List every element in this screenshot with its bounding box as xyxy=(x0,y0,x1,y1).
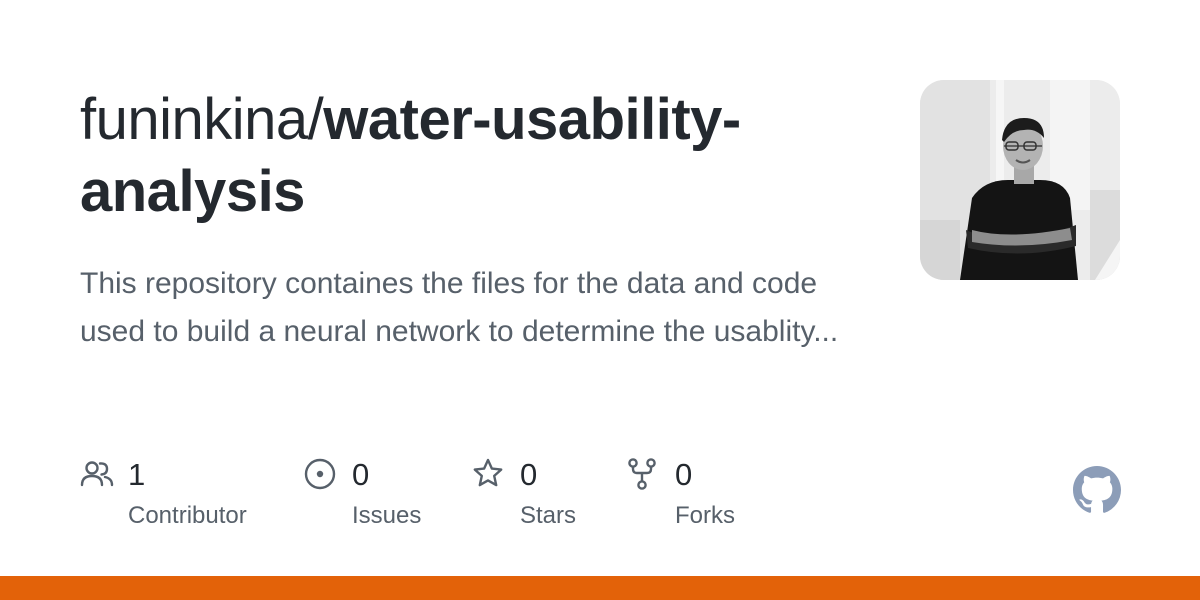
star-icon xyxy=(473,458,503,487)
github-mark-icon[interactable] xyxy=(1073,466,1121,514)
contributors-label: Contributor xyxy=(128,502,247,529)
issues-count: 0 xyxy=(352,457,370,492)
repo-forked-icon xyxy=(628,458,656,490)
forks-label: Forks xyxy=(675,502,735,529)
repo-description: This repository containes the files for … xyxy=(80,267,839,348)
owner-avatar[interactable] xyxy=(920,80,1120,280)
language-color-bar xyxy=(0,576,1200,600)
forks-count: 0 xyxy=(675,457,693,492)
issue-opened-icon xyxy=(304,458,336,490)
social-preview-card: funinkina/water-usability-analysis This … xyxy=(0,0,1200,600)
repo-owner[interactable]: funinkina/ xyxy=(80,87,324,152)
issues-label: Issues xyxy=(352,502,422,529)
people-icon xyxy=(80,461,114,487)
stars-count: 0 xyxy=(520,457,538,492)
contributors-count: 1 xyxy=(128,457,146,492)
repo-title[interactable]: funinkina/water-usability-analysis xyxy=(80,84,860,228)
stars-label: Stars xyxy=(520,502,577,529)
